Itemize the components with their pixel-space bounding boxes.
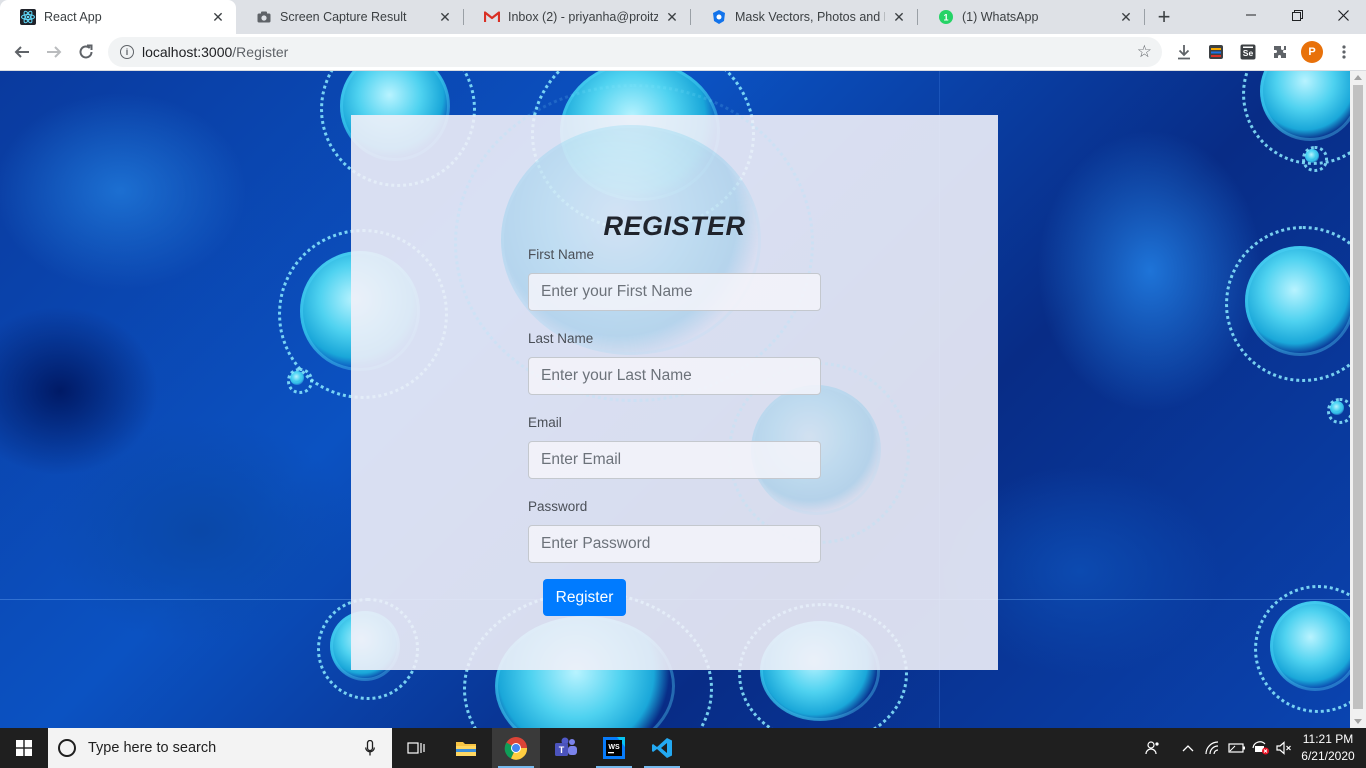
virus-image [1327,398,1350,424]
password-field[interactable] [528,525,821,563]
virus-image [1253,584,1350,714]
cortana-icon [58,739,76,757]
url-path: /Register [232,44,289,60]
close-icon[interactable]: ✕ [1118,9,1134,25]
freepik-icon [711,9,727,25]
scroll-up-arrow-icon[interactable] [1354,75,1362,80]
chrome-icon [504,737,528,760]
register-button[interactable]: Register [543,579,626,616]
task-view-icon [407,742,425,754]
minimize-button[interactable] [1228,0,1274,30]
network-warning-icon[interactable] [1250,728,1272,768]
last-name-label: Last Name [528,331,594,346]
svg-text:Se: Se [1243,48,1254,58]
search-placeholder: Type here to search [88,740,217,756]
page-scrollbar[interactable] [1350,71,1366,728]
tab-separator [1144,9,1145,25]
vscode-app[interactable] [638,728,686,768]
page-title: REGISTER [603,211,746,241]
email-field[interactable] [528,441,821,479]
battery-icon[interactable] [1226,728,1248,768]
url-host: localhost:3000 [142,44,233,60]
reload-button[interactable] [72,38,100,66]
chevron-up-icon[interactable] [1178,728,1198,768]
virus-image [1225,226,1350,382]
reload-icon [79,44,93,59]
tab-whatsapp[interactable]: 1 (1) WhatsApp ✕ [918,0,1144,34]
react-icon [20,9,36,25]
first-name-field[interactable] [528,273,821,311]
virus-image [1242,71,1350,165]
address-bar[interactable]: i localhost:3000/Register ☆ [108,37,1162,67]
clock-date: 6/21/2020 [1301,749,1355,763]
svg-text:1: 1 [943,13,948,23]
webstorm-icon: WS [603,737,625,759]
system-clock[interactable]: 11:21 PM 6/21/2020 [1296,731,1360,765]
whatsapp-icon: 1 [938,9,954,25]
scroll-thumb[interactable] [1353,85,1363,709]
back-button[interactable] [8,38,36,66]
tab-react-app[interactable]: React App ✕ [0,0,236,34]
folder-icon [456,742,476,756]
svg-text:T: T [559,745,565,755]
people-icon[interactable] [1142,728,1164,768]
vscode-icon [652,738,672,758]
svg-text:WS: WS [608,744,620,751]
first-name-label: First Name [528,247,595,262]
tab-freepik[interactable]: Mask Vectors, Photos and PSD ✕ [691,0,917,34]
windows-logo-icon [16,740,32,756]
selenium-icon[interactable]: Se [1237,41,1259,63]
close-window-button[interactable] [1320,0,1366,30]
more-menu-icon[interactable] [1333,41,1355,63]
arrow-left-icon [14,46,29,58]
password-label: Password [528,499,588,514]
close-icon[interactable]: ✕ [664,9,680,25]
register-form-card: REGISTER First Name Last Name Email Pass… [351,83,998,670]
tab-title: Inbox (2) - priyanha@proitzen. [508,10,658,24]
arrow-right-icon [47,46,62,58]
puzzle-extensions-icon[interactable] [1269,41,1291,63]
taskbar-search-box[interactable]: Type here to search [48,728,392,768]
virus-image [1302,146,1328,172]
tab-gmail-inbox[interactable]: Inbox (2) - priyanha@proitzen. ✕ [464,0,690,34]
new-tab-button[interactable]: + [1152,4,1176,29]
windows-taskbar: Type here to search T WS 11:21 PM 6/21/2… [0,728,1366,768]
virus-image [287,368,313,394]
tab-title: React App [44,10,102,24]
speaker-muted-icon[interactable] [1274,728,1294,768]
email-label: Email [528,415,562,430]
url-text: localhost:3000/Register [142,44,288,60]
extension-list-icon[interactable] [1205,41,1227,63]
info-icon[interactable]: i [120,45,134,59]
download-icon[interactable] [1173,41,1195,63]
page-viewport: REGISTER First Name Last Name Email Pass… [0,71,1350,728]
wifi-icon[interactable] [1203,728,1223,768]
task-view-button[interactable] [392,728,440,768]
close-icon[interactable]: ✕ [891,9,907,25]
browser-tabstrip: React App ✕ Screen Capture Result ✕ Inbo… [0,0,1366,34]
start-button[interactable] [0,728,48,768]
profile-avatar[interactable]: P [1301,41,1323,63]
close-icon[interactable]: ✕ [210,9,226,25]
forward-button[interactable] [40,38,68,66]
camera-icon [256,9,272,25]
tab-title: (1) WhatsApp [962,10,1039,24]
teams-app[interactable]: T [542,728,590,768]
file-explorer-app[interactable] [442,728,490,768]
bookmark-star-icon[interactable]: ☆ [1137,42,1152,62]
tab-screen-capture[interactable]: Screen Capture Result ✕ [236,0,463,34]
microphone-icon[interactable] [362,740,378,756]
tab-title: Screen Capture Result [280,10,407,24]
gmail-icon [484,9,500,25]
clock-time: 11:21 PM [1302,732,1354,746]
tab-title: Mask Vectors, Photos and PSD [735,10,885,24]
chrome-app[interactable] [492,728,540,768]
teams-icon: T [555,737,577,756]
browser-toolbar: i localhost:3000/Register ☆ Se P [0,34,1366,71]
scroll-down-arrow-icon[interactable] [1354,719,1362,724]
restore-button[interactable] [1274,0,1320,30]
webstorm-app[interactable]: WS [590,728,638,768]
close-icon[interactable]: ✕ [437,9,453,25]
last-name-field[interactable] [528,357,821,395]
